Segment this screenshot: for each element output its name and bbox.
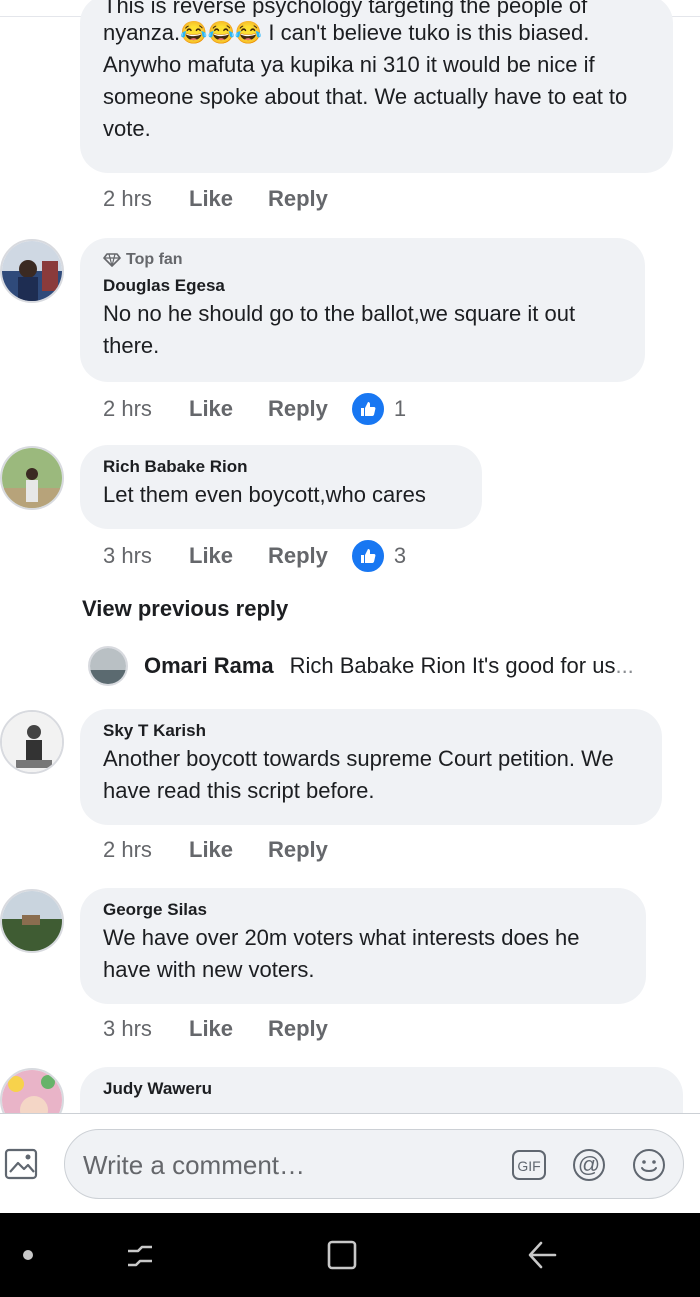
- like-button[interactable]: Like: [189, 396, 268, 422]
- like-button[interactable]: Like: [189, 543, 268, 569]
- top-fan-badge: Top fan: [103, 250, 623, 270]
- comment-bubble[interactable]: This is reverse psychology targeting the…: [80, 0, 673, 173]
- emoji-icon[interactable]: [631, 1147, 667, 1183]
- comment-author[interactable]: Sky T Karish: [103, 721, 640, 741]
- comment-actions: 3 hrs Like Reply: [103, 1016, 328, 1042]
- thumbs-up-icon: [349, 391, 386, 427]
- like-button[interactable]: Like: [189, 837, 268, 863]
- reaction-count[interactable]: 3: [349, 538, 407, 574]
- recent-apps-icon[interactable]: [122, 1237, 158, 1273]
- avatar[interactable]: [0, 1068, 64, 1113]
- comment-bubble[interactable]: Sky T Karish Another boycott towards sup…: [80, 709, 662, 825]
- comment-composer: Write a comment… GIF @: [0, 1113, 700, 1214]
- comment-text: Another boycott towards supreme Court pe…: [103, 746, 614, 803]
- avatar[interactable]: [0, 710, 64, 774]
- reply-button[interactable]: Reply: [268, 543, 328, 569]
- reply-button[interactable]: Reply: [268, 396, 328, 422]
- comment-text: This is reverse psychology targeting the…: [103, 0, 651, 145]
- comment-actions: 2 hrs Like Reply: [103, 837, 328, 863]
- dot-icon: [10, 1237, 46, 1273]
- comment-text: We have over 20m voters what interests d…: [103, 925, 580, 982]
- svg-text:@: @: [578, 1152, 600, 1177]
- navigation-bar: [0, 1213, 700, 1297]
- comment-author[interactable]: Douglas Egesa: [103, 276, 623, 296]
- comment-time[interactable]: 2 hrs: [103, 186, 189, 212]
- comment-time[interactable]: 2 hrs: [103, 396, 189, 422]
- comment-text: No no he should go to the ballot,we squa…: [103, 301, 576, 358]
- comment-time[interactable]: 3 hrs: [103, 1016, 189, 1042]
- comment-text-prefix: nyanza.: [103, 20, 181, 45]
- comment-author[interactable]: Rich Babake Rion: [103, 457, 460, 477]
- top-fan-label: Top fan: [126, 251, 183, 268]
- comment-bubble[interactable]: Top fan Douglas Egesa No no he should go…: [80, 238, 645, 382]
- reply-text-body: Rich Babake Rion It's good for us: [289, 653, 616, 678]
- comments-list[interactable]: This is reverse psychology targeting the…: [0, 0, 700, 1113]
- comment-partial-line: This is reverse psychology targeting the…: [103, 0, 588, 17]
- comment-actions: 2 hrs Like Reply: [103, 186, 328, 212]
- comment-author[interactable]: George Silas: [103, 900, 624, 920]
- avatar[interactable]: [0, 889, 64, 953]
- thumbs-up-icon: [349, 538, 386, 574]
- laughing-emoji-icon: 😂: [180, 20, 208, 45]
- mention-icon[interactable]: @: [571, 1147, 607, 1183]
- comment-bubble[interactable]: George Silas We have over 20m voters wha…: [80, 888, 646, 1004]
- home-icon[interactable]: [324, 1237, 360, 1273]
- comment-time[interactable]: 2 hrs: [103, 837, 189, 863]
- view-previous-reply-link[interactable]: View previous reply: [82, 596, 288, 622]
- reply-preview[interactable]: Omari Rama Rich Babake Rion It's good fo…: [88, 646, 668, 686]
- reaction-count[interactable]: 1: [349, 391, 407, 427]
- reaction-number: 3: [393, 543, 407, 568]
- reply-text: Rich Babake Rion It's good for us...: [290, 653, 634, 679]
- comment-author[interactable]: Judy Waweru: [103, 1079, 661, 1099]
- comment-actions: 3 hrs Like Reply 3: [103, 538, 406, 574]
- laughing-emoji-icon: 😂: [207, 20, 235, 45]
- avatar[interactable]: [0, 446, 64, 510]
- gif-icon[interactable]: GIF: [511, 1147, 547, 1183]
- photo-icon[interactable]: [3, 1145, 41, 1183]
- comment-time[interactable]: 3 hrs: [103, 543, 189, 569]
- reply-button[interactable]: Reply: [268, 186, 328, 212]
- reply-button[interactable]: Reply: [268, 837, 328, 863]
- comment-bubble[interactable]: Judy Waweru: [80, 1067, 683, 1113]
- laughing-emoji-icon: 😂: [234, 20, 263, 45]
- svg-text:GIF: GIF: [517, 1158, 540, 1174]
- like-button[interactable]: Like: [189, 1016, 268, 1042]
- avatar[interactable]: [88, 646, 128, 686]
- comment-text: Let them even boycott,who cares: [103, 482, 426, 507]
- comment-actions: 2 hrs Like Reply 1: [103, 391, 406, 427]
- reply-button[interactable]: Reply: [268, 1016, 328, 1042]
- comment-input[interactable]: Write a comment… GIF @: [64, 1129, 684, 1199]
- comment-input-placeholder: Write a comment…: [83, 1150, 306, 1180]
- back-icon[interactable]: [525, 1237, 561, 1273]
- comment-bubble[interactable]: Rich Babake Rion Let them even boycott,w…: [80, 445, 482, 529]
- like-button[interactable]: Like: [189, 186, 268, 212]
- reaction-number: 1: [393, 396, 407, 421]
- reply-ellipsis: ...: [615, 653, 634, 678]
- reply-author[interactable]: Omari Rama: [144, 653, 274, 679]
- diamond-icon: [103, 253, 121, 267]
- avatar[interactable]: [0, 239, 64, 303]
